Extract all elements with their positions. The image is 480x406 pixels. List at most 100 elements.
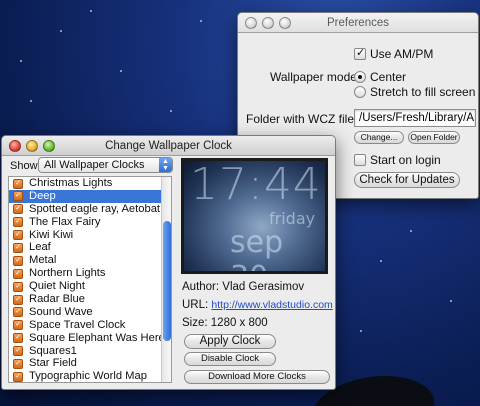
list-item[interactable]: ✓ Metal <box>9 254 171 267</box>
clock-item-icon: ✓ <box>13 333 23 344</box>
list-item[interactable]: ✓ The Flax Fairy <box>9 216 171 229</box>
size-row: Size: 1280 x 800 <box>182 317 268 329</box>
clock-item-icon: ✓ <box>13 371 23 382</box>
list-item-label: Typographic World Map <box>29 370 147 383</box>
minimize-button[interactable] <box>262 17 274 29</box>
url-label: URL: <box>182 299 209 311</box>
list-item-label: Space Travel Clock <box>29 318 126 331</box>
clock-item-icon: ✓ <box>13 191 23 202</box>
mode-center-radio[interactable]: Center <box>354 70 406 84</box>
clock-item-icon: ✓ <box>13 178 23 189</box>
checkbox-checked-icon <box>354 46 366 60</box>
preview-date: sep 30 <box>230 225 284 271</box>
disable-clock-button[interactable]: Disable Clock <box>184 352 276 366</box>
list-item-label: Spotted eagle ray, Aetobat... <box>29 202 170 215</box>
change-folder-button[interactable]: Change... <box>354 131 404 144</box>
list-item-label: Square Elephant Was Here <box>29 331 165 344</box>
use-ampm-label: Use AM/PM <box>370 47 434 61</box>
clock-item-icon: ✓ <box>13 204 23 215</box>
checkbox-unchecked-icon <box>354 154 366 166</box>
zoom-button[interactable] <box>43 140 55 152</box>
apply-clock-button[interactable]: Apply Clock <box>184 334 276 349</box>
list-item-label: Northern Lights <box>29 267 106 280</box>
clock-item-icon: ✓ <box>13 255 23 266</box>
size-label: Size: <box>182 317 208 329</box>
clock-item-icon: ✓ <box>13 230 23 241</box>
main-title: Change Wallpaper Clock <box>105 140 232 152</box>
clock-preview: 17:44 friday sep 30 <box>181 158 328 274</box>
clock-item-icon: ✓ <box>13 217 23 228</box>
list-item-label: Kiwi Kiwi <box>29 228 74 241</box>
mode-stretch-label: Stretch to fill screen <box>370 85 476 99</box>
preferences-title: Preferences <box>326 17 389 29</box>
start-on-login-checkbox[interactable]: Start on login <box>354 153 441 167</box>
author-value: Vlad Gerasimov <box>222 281 305 293</box>
list-item-label: Christmas Lights <box>29 177 113 189</box>
preferences-titlebar: Preferences <box>238 13 478 33</box>
list-item[interactable]: ✓ Squares1 <box>9 345 171 358</box>
clock-item-icon: ✓ <box>13 320 23 331</box>
clock-list[interactable]: ✓ Christmas Lights ✓ Deep ✓ Spotted eagle ray… <box>8 176 172 383</box>
check-updates-button[interactable]: Check for Updates <box>354 172 460 188</box>
mode-stretch-radio[interactable]: Stretch to fill screen <box>354 85 475 99</box>
list-scroll-thumb[interactable] <box>163 221 171 341</box>
list-item-label: Deep <box>29 189 56 202</box>
list-item[interactable]: ✓ Spotted eagle ray, Aetobat... <box>9 203 171 216</box>
list-item[interactable]: ✓ Star Field <box>9 357 171 370</box>
list-item[interactable]: ✓ Typographic World Map <box>9 370 171 383</box>
use-ampm-checkbox[interactable]: Use AM/PM <box>354 46 434 61</box>
minimize-button[interactable] <box>26 140 38 152</box>
popup-arrows-icon: ▲ ▼ <box>159 158 172 172</box>
clock-item-icon: ✓ <box>13 281 23 292</box>
clock-item-icon: ✓ <box>13 346 23 357</box>
start-on-login-label: Start on login <box>370 153 441 167</box>
zoom-button[interactable] <box>279 17 291 29</box>
radio-unselected-icon <box>354 86 366 98</box>
open-folder-button[interactable]: Open Folder <box>408 131 460 144</box>
url-row: URL: http://www.vladstudio.com <box>182 299 333 311</box>
list-item-label: The Flax Fairy <box>29 215 101 228</box>
list-item[interactable]: ✓ Radar Blue <box>9 293 171 306</box>
close-button[interactable] <box>245 17 257 29</box>
radio-selected-icon <box>354 71 366 83</box>
list-item[interactable]: ✓ Sound Wave <box>9 306 171 319</box>
list-item-label: Sound Wave <box>29 305 93 318</box>
clock-item-icon: ✓ <box>13 268 23 279</box>
list-item[interactable]: ✓ Quiet Night <box>9 280 171 293</box>
list-scrollbar[interactable] <box>161 177 171 382</box>
author-label: Author: <box>182 281 220 293</box>
list-item-label: Quiet Night <box>29 280 85 293</box>
list-item[interactable]: ✓ Kiwi Kiwi <box>9 229 171 242</box>
list-item[interactable]: ✓ Leaf <box>9 241 171 254</box>
clock-item-icon: ✓ <box>13 294 23 305</box>
clock-preview-image: 17:44 friday sep 30 <box>184 161 325 271</box>
main-titlebar: Change Wallpaper Clock <box>2 136 335 156</box>
show-label: Show: <box>10 160 41 172</box>
size-value: 1280 x 800 <box>210 317 268 329</box>
list-item[interactable]: ✓ Christmas Lights <box>9 177 171 190</box>
mode-center-label: Center <box>370 70 407 84</box>
close-button[interactable] <box>9 140 21 152</box>
list-item[interactable]: ✓ Northern Lights <box>9 267 171 280</box>
filter-popup[interactable]: All Wallpaper Clocks ▲ ▼ <box>38 157 173 173</box>
folder-path-field[interactable]: /Users/Fresh/Library/A <box>354 109 476 127</box>
clock-item-icon: ✓ <box>13 242 23 253</box>
change-wallpaper-clock-window: Change Wallpaper Clock Show: All Wallpap… <box>1 135 336 390</box>
author-row: Author: Vlad Gerasimov <box>182 281 304 293</box>
list-item-label: Leaf <box>29 241 51 254</box>
preview-time: 17:44 <box>190 161 322 210</box>
list-item-label: Metal <box>29 254 57 267</box>
download-more-clocks-button[interactable]: Download More Clocks <box>184 370 330 384</box>
list-item[interactable]: ✓ Space Travel Clock <box>9 319 171 332</box>
clock-item-icon: ✓ <box>13 307 23 318</box>
list-item-label: Radar Blue <box>29 293 85 306</box>
wallpaper-mode-label: Wallpaper mode: <box>270 70 361 84</box>
folder-label: Folder with WCZ files: <box>246 112 364 126</box>
filter-value: All Wallpaper Clocks <box>44 159 145 171</box>
list-item-label: Squares1 <box>29 344 77 357</box>
list-item-label: Star Field <box>29 357 77 370</box>
list-item[interactable]: ✓ Deep <box>9 189 171 203</box>
clock-item-icon: ✓ <box>13 358 23 369</box>
url-link[interactable]: http://www.vladstudio.com <box>211 299 332 311</box>
list-item[interactable]: ✓ Square Elephant Was Here <box>9 332 171 345</box>
